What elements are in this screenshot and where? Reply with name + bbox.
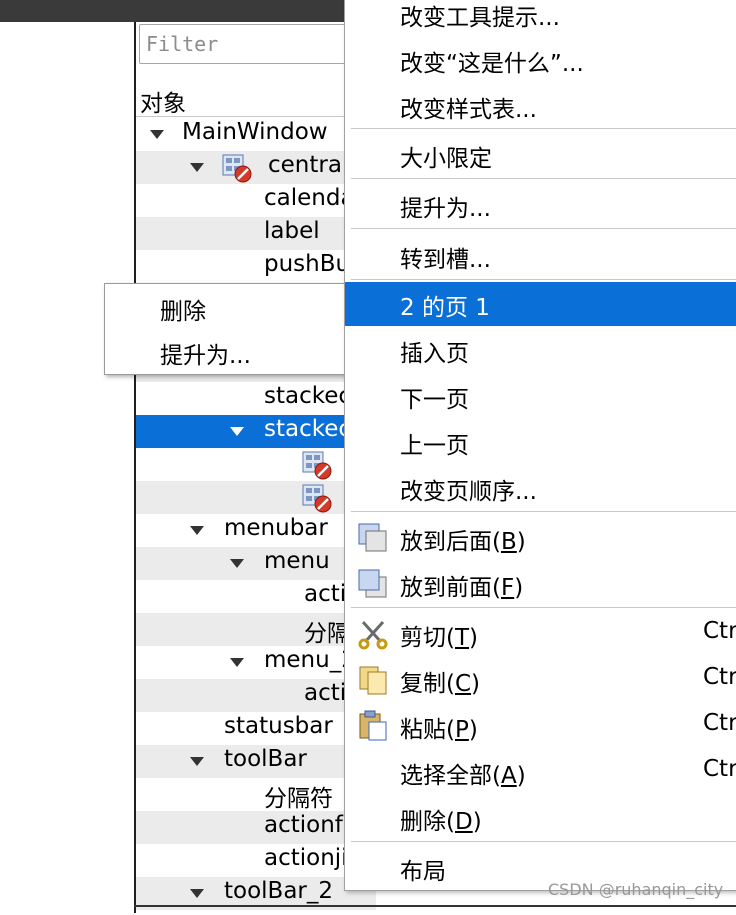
menu-item-change-tooltip[interactable]: 改变工具提示... <box>345 0 736 36</box>
tree-row-menubar[interactable]: menubar <box>136 514 376 547</box>
tree-row-stacked-1[interactable]: stackec <box>136 382 376 415</box>
menu-item-delete[interactable]: 删除 <box>105 286 345 330</box>
menu-item-previous-page[interactable]: 上一页 <box>345 420 736 464</box>
menu-item-copy[interactable]: 复制(C) Ctr <box>345 658 736 702</box>
small-context-menu: 删除 提升为... <box>104 283 346 375</box>
scissors-icon <box>358 620 388 650</box>
main-context-menu: 改变工具提示... 改变“这是什么”... 改变样式表... 大小限定 提升为.… <box>344 0 736 891</box>
menu-separator <box>351 607 736 608</box>
expand-arrow-icon[interactable] <box>230 427 244 436</box>
object-inspector-panel: 对象 MainWindow central calenda label push… <box>134 22 376 913</box>
expand-arrow-icon[interactable] <box>190 526 204 535</box>
shortcut-label: Ctr <box>703 756 736 782</box>
menu-item-send-to-back[interactable]: 放到后面(B) <box>345 516 736 560</box>
expand-arrow-icon[interactable] <box>190 163 204 172</box>
menu-item-promote[interactable]: 提升为... <box>105 330 345 374</box>
menu-item-go-to-slot[interactable]: 转到槽... <box>345 234 736 278</box>
menu-item-cut[interactable]: 剪切(T) Ctr <box>345 612 736 656</box>
tree-row-action-ji[interactable]: actionji <box>136 844 376 877</box>
tree-row-label[interactable]: label <box>136 217 376 250</box>
menu-item-insert-page[interactable]: 插入页 <box>345 328 736 372</box>
menu-separator <box>351 511 736 512</box>
menu-item-paste[interactable]: 粘贴(P) Ctr <box>345 704 736 748</box>
shortcut-label: Ctr <box>703 664 736 690</box>
widget-layout-broken-icon <box>302 451 332 480</box>
menu-item-select-all[interactable]: 选择全部(A) Ctr <box>345 750 736 794</box>
paste-icon <box>359 710 387 741</box>
tree-row-calendar[interactable]: calenda <box>136 184 376 217</box>
menu-item-delete-d[interactable]: 删除(D) <box>345 796 736 840</box>
menu-separator <box>351 228 736 229</box>
expand-arrow-icon[interactable] <box>190 889 204 898</box>
expand-arrow-icon[interactable] <box>230 559 244 568</box>
send-to-back-icon <box>358 523 387 552</box>
shortcut-label: Ctr <box>703 710 736 736</box>
tree-row-action-1[interactable]: acti <box>136 580 376 613</box>
menu-separator <box>351 128 736 129</box>
tree-row-separator-1[interactable]: 分隔 <box>136 613 376 646</box>
menu-item-change-whatsthis[interactable]: 改变“这是什么”... <box>345 38 736 82</box>
tree-row-page-2[interactable] <box>136 481 376 514</box>
menu-separator <box>351 279 736 280</box>
menu-item-size-constraints[interactable]: 大小限定 <box>345 133 736 177</box>
filter-input[interactable] <box>139 24 369 64</box>
tree-row-central[interactable]: central <box>136 151 376 184</box>
shortcut-label: Ctr <box>703 618 736 644</box>
menu-item-next-page[interactable]: 下一页 <box>345 374 736 418</box>
expand-arrow-icon[interactable] <box>150 130 164 139</box>
expand-arrow-icon[interactable] <box>190 757 204 766</box>
tree-row-separator-2[interactable]: 分隔符 <box>136 778 376 811</box>
expand-arrow-icon[interactable] <box>230 658 244 667</box>
menu-separator <box>351 841 736 842</box>
tree-row-toolbar[interactable]: toolBar <box>136 745 376 778</box>
bring-to-front-icon <box>358 569 387 598</box>
widget-layout-broken-icon <box>222 154 252 183</box>
menu-item-page-of[interactable]: 2 的页 1 <box>345 282 736 326</box>
tree-row-stacked-selected[interactable]: stackec <box>136 415 376 448</box>
tree-row-action-f[interactable]: actionf <box>136 811 376 844</box>
watermark-text: CSDN @ruhanqin_city <box>548 880 724 899</box>
widget-layout-broken-icon <box>302 484 332 513</box>
tree-row-action-2[interactable]: acti <box>136 679 376 712</box>
tree-row-menu[interactable]: menu <box>136 547 376 580</box>
menu-item-promote-to[interactable]: 提升为... <box>345 183 736 227</box>
menu-separator <box>351 178 736 179</box>
tree-row-menu-2[interactable]: menu_2 <box>136 646 376 679</box>
menu-item-change-stylesheet[interactable]: 改变样式表... <box>345 84 736 128</box>
tree-row-mainwindow[interactable]: MainWindow <box>136 118 376 151</box>
bottom-border <box>134 905 736 915</box>
copy-icon <box>359 666 387 695</box>
menu-item-change-page-order[interactable]: 改变页顺序... <box>345 466 736 510</box>
tree-row-page-1[interactable] <box>136 448 376 481</box>
menu-item-bring-to-front[interactable]: 放到前面(F) <box>345 562 736 606</box>
tree-column-header[interactable]: 对象 <box>136 80 376 117</box>
tree-row-statusbar[interactable]: statusbar <box>136 712 376 745</box>
column-header-label: 对象 <box>140 91 186 117</box>
tree-row-pushbutton[interactable]: pushBu <box>136 250 376 283</box>
